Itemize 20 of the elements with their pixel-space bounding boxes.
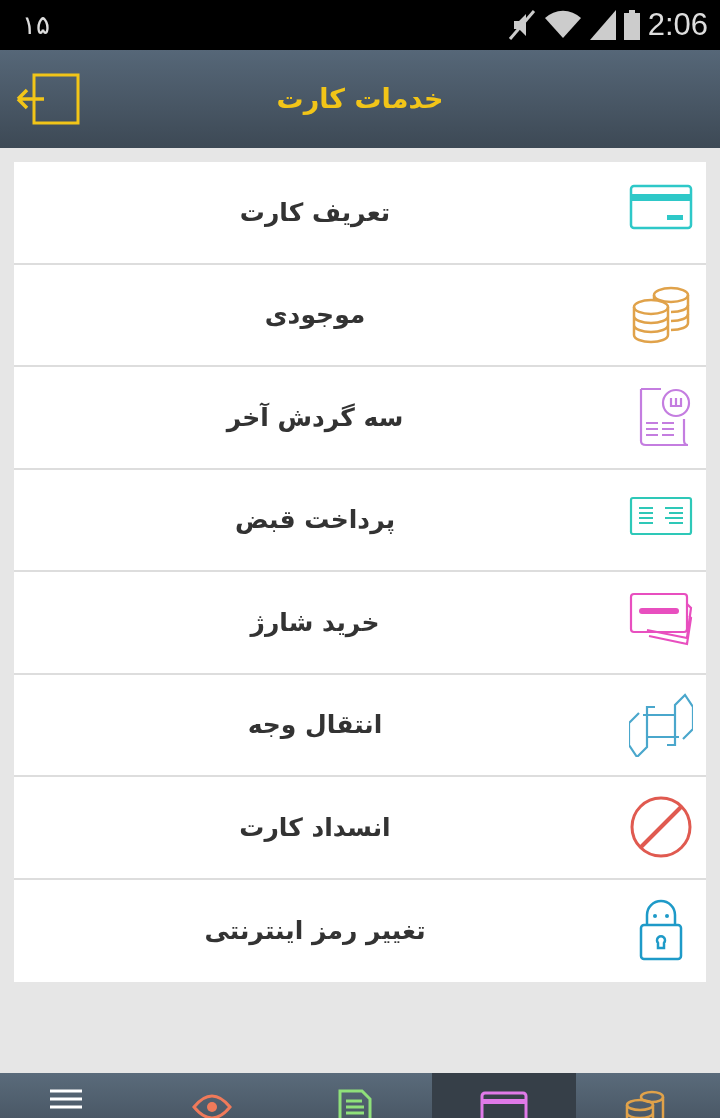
block-icon (629, 795, 693, 860)
notification-count: ۱۵ (22, 8, 50, 42)
wifi-icon (543, 10, 582, 40)
nav-tab[interactable] (432, 1073, 576, 1118)
clock: 2:06 (647, 5, 708, 44)
page-title: خدمات کارت (276, 82, 444, 114)
battery-icon (623, 10, 640, 40)
menu-item[interactable]: انسداد کارت (14, 777, 706, 880)
transfer-arrows-icon (629, 692, 693, 757)
menu-item[interactable]: تعریف کارت (14, 162, 706, 265)
menu-item[interactable]: پرداخت قبض (14, 469, 706, 572)
menu-item[interactable]: تغییر رمز اینترنتی (14, 879, 706, 982)
exit-button[interactable] (16, 73, 80, 125)
menu-item[interactable]: سه گردش آخر (14, 367, 706, 470)
menu-item[interactable]: موجودی (14, 264, 706, 367)
exit-icon (16, 73, 80, 125)
signal-icon (589, 10, 616, 40)
mute-icon (507, 9, 536, 41)
menu-item[interactable]: انتقال وجه (14, 674, 706, 777)
menu-item[interactable]: خرید شارژ (14, 572, 706, 675)
